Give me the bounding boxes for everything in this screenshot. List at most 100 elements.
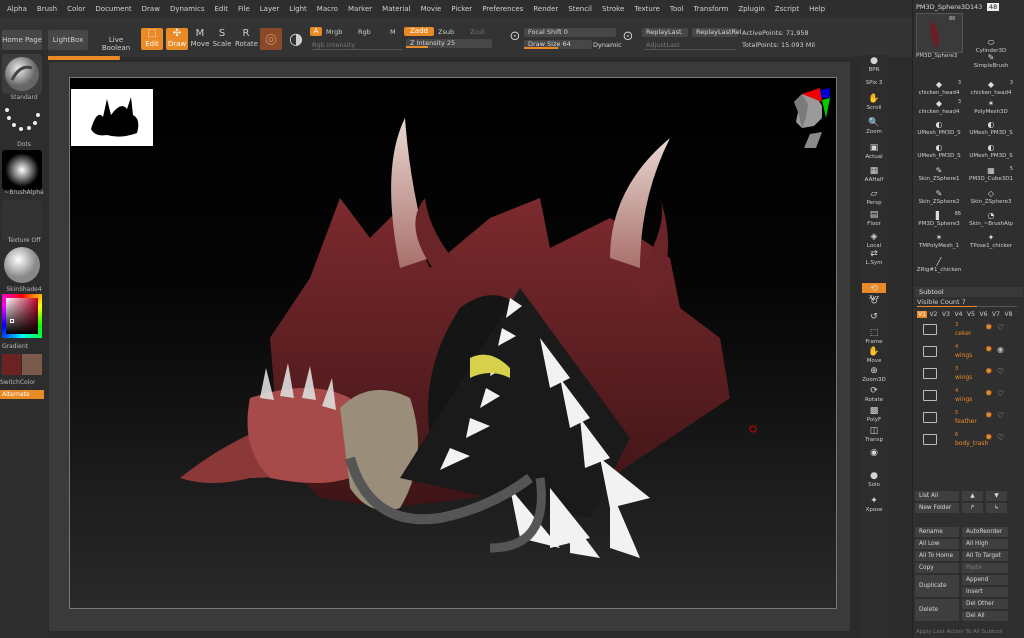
menu-brush[interactable]: Brush bbox=[32, 5, 62, 13]
subtool-folder-row[interactable]: 5 feather ✹ ♡ bbox=[919, 409, 1009, 429]
tool-item[interactable]: ✎ SimpleBrush bbox=[967, 53, 1015, 70]
tool-item[interactable]: ✦ TPose1_chicker bbox=[967, 233, 1015, 250]
subtool-folder-row[interactable]: 3 ceker ✹ ♡ bbox=[919, 321, 1009, 341]
menu-stroke[interactable]: Stroke bbox=[597, 5, 629, 13]
tool-item[interactable]: ◐ UMesh_PM3D_S bbox=[967, 143, 1015, 160]
subtool-folder-row[interactable]: 6 body_trash ✹ ♡ bbox=[919, 431, 1009, 451]
menu-document[interactable]: Document bbox=[90, 5, 136, 13]
menu-transform[interactable]: Transform bbox=[689, 5, 734, 13]
gear-icon[interactable]: ✹ bbox=[985, 367, 993, 377]
version-v6[interactable]: V6 bbox=[980, 311, 988, 318]
stroke-selector[interactable] bbox=[2, 102, 42, 142]
edit-button[interactable]: ⬚ Edit bbox=[141, 28, 163, 50]
rtool-button-zoom3d[interactable]: ⊕ Zoom3D bbox=[862, 365, 886, 385]
menu-layer[interactable]: Layer bbox=[255, 5, 285, 13]
tool-item[interactable]: ◐ UMesh_PM3D_S bbox=[967, 120, 1015, 137]
color-picker[interactable] bbox=[2, 294, 42, 339]
menu-help[interactable]: Help bbox=[804, 5, 830, 13]
zadd-button[interactable]: Zadd bbox=[404, 27, 434, 36]
alpha-selector[interactable] bbox=[2, 150, 42, 190]
all-to-home-button[interactable]: All To Home bbox=[915, 551, 959, 561]
menu-picker[interactable]: Picker bbox=[446, 5, 477, 13]
tool-item[interactable]: ✎ Skin_ZSphere1 bbox=[915, 166, 963, 183]
texture-selector[interactable] bbox=[2, 200, 42, 240]
scale-button[interactable]: S Scale bbox=[212, 28, 232, 50]
tool-item[interactable]: ◐ UMesh_PM3D_S bbox=[915, 120, 963, 137]
rtool-button-move[interactable]: ✋ Move bbox=[862, 346, 886, 366]
version-v4[interactable]: V4 bbox=[955, 311, 963, 318]
gear-icon[interactable]: ✹ bbox=[985, 411, 993, 421]
tool-item-label[interactable]: PM3D_Sphere3 bbox=[916, 53, 957, 59]
gear-icon[interactable]: ✹ bbox=[985, 345, 993, 355]
focal-shift-slider[interactable]: Focal Shift 0 bbox=[524, 28, 616, 37]
redo-arrow-icon[interactable]: ↱ bbox=[962, 503, 983, 513]
material-selector[interactable] bbox=[2, 245, 42, 285]
menu-light[interactable]: Light bbox=[284, 5, 311, 13]
switch-color-button[interactable]: SwitchColor bbox=[0, 379, 48, 386]
eye-icon[interactable]: ♡ bbox=[997, 323, 1004, 332]
tool-item[interactable]: ◇ Skin_ZSphere3 bbox=[967, 189, 1015, 206]
a-button[interactable]: A bbox=[310, 27, 322, 36]
rtool-button-l-sym[interactable]: ⇄ L.Sym bbox=[862, 248, 886, 268]
rtool-button-scroll[interactable]: ✋ Scroll bbox=[862, 93, 886, 113]
subtool-folder-row[interactable]: 4 wings ✹ ◉ bbox=[919, 343, 1009, 363]
menu-draw[interactable]: Draw bbox=[137, 5, 165, 13]
tool-item[interactable]: ◆ chicken_head4 3 bbox=[915, 80, 963, 97]
undo-arrow-icon[interactable]: ↳ bbox=[986, 503, 1007, 513]
rtool-button-rotate[interactable]: ⟳ Rotate bbox=[862, 385, 886, 405]
apply-last-action-label[interactable]: Apply Last Action To All Subtool bbox=[916, 629, 1002, 635]
menu-file[interactable]: File bbox=[233, 5, 255, 13]
lightbox-button[interactable]: LightBox bbox=[48, 30, 88, 50]
menu-edit[interactable]: Edit bbox=[209, 5, 233, 13]
tool-item[interactable]: ◔ Skin_~BrushAlp bbox=[967, 211, 1015, 228]
rtool-button-solo[interactable]: ● Solo bbox=[862, 470, 886, 490]
eye-icon[interactable]: ♡ bbox=[997, 367, 1004, 376]
rtool-button-xpose[interactable]: ✦ Xpose bbox=[862, 495, 886, 515]
gear-icon[interactable]: ✹ bbox=[985, 323, 993, 333]
version-v3[interactable]: V3 bbox=[942, 311, 950, 318]
adjust-last-slider[interactable]: AdjustLast bbox=[646, 41, 680, 49]
dragon-model[interactable] bbox=[70, 78, 837, 609]
gradient-label[interactable]: Gradient bbox=[0, 343, 48, 350]
draw-button[interactable]: ✣ Draw bbox=[166, 28, 188, 50]
mrgb-button[interactable]: Mrgb bbox=[326, 28, 342, 36]
draw-size-slider[interactable]: Draw Size 64 bbox=[524, 40, 592, 49]
menu-preferences[interactable]: Preferences bbox=[477, 5, 528, 13]
rtool-button-zoom[interactable]: 🔍 Zoom bbox=[862, 117, 886, 137]
duplicate-button[interactable]: Duplicate bbox=[915, 575, 959, 597]
menu-stencil[interactable]: Stencil bbox=[563, 5, 597, 13]
rtool-button-actual[interactable]: ▣ Actual bbox=[862, 142, 886, 162]
rtool-button-transp[interactable]: ◫ Transp bbox=[862, 425, 886, 445]
tool-item[interactable]: ╱ ZRig#1_chicken bbox=[915, 257, 963, 274]
version-v5[interactable]: V5 bbox=[967, 311, 975, 318]
delete-button[interactable]: Delete bbox=[915, 599, 959, 621]
menu-texture[interactable]: Texture bbox=[629, 5, 665, 13]
new-folder-button[interactable]: New Folder bbox=[915, 503, 959, 513]
rtool-button-frame[interactable]: ⬚ Frame bbox=[862, 327, 886, 347]
tool-item[interactable]: ✶ PolyMesh3D bbox=[967, 99, 1015, 116]
menu-material[interactable]: Material bbox=[377, 5, 415, 13]
eye-icon[interactable]: ♡ bbox=[997, 411, 1004, 420]
rgb-intensity-slider[interactable]: Rgb Intensity bbox=[312, 41, 355, 49]
gear-icon[interactable]: ✹ bbox=[985, 433, 993, 443]
rtool-button-floor[interactable]: ▤ Floor bbox=[862, 209, 886, 229]
version-v1[interactable]: V1 bbox=[917, 311, 927, 318]
menu-dynamics[interactable]: Dynamics bbox=[165, 5, 210, 13]
dynamic-button[interactable]: Dynamic bbox=[593, 41, 622, 49]
material-swatch[interactable]: ◎ bbox=[260, 28, 282, 50]
menu-movie[interactable]: Movie bbox=[416, 5, 447, 13]
all-low-button[interactable]: All Low bbox=[915, 539, 959, 549]
rotate-button[interactable]: R Rotate bbox=[235, 28, 258, 50]
eye-icon[interactable]: ♡ bbox=[997, 433, 1004, 442]
live-boolean-button[interactable]: Live Boolean bbox=[94, 36, 138, 52]
secondary-color-swatch[interactable] bbox=[22, 354, 42, 375]
all-high-button[interactable]: All High bbox=[962, 539, 1008, 549]
menu-zscript[interactable]: Zscript bbox=[770, 5, 804, 13]
tool-item[interactable]: ✎ Skin_ZSphere2 bbox=[915, 189, 963, 206]
replay-last-button[interactable]: ReplayLast bbox=[642, 28, 688, 37]
gear-icon[interactable]: ✹ bbox=[985, 389, 993, 399]
del-other-button[interactable]: Del Other bbox=[962, 599, 1008, 609]
tool-preview[interactable] bbox=[916, 13, 963, 53]
zsub-button[interactable]: Zsub bbox=[438, 28, 454, 36]
menu-color[interactable]: Color bbox=[62, 5, 90, 13]
